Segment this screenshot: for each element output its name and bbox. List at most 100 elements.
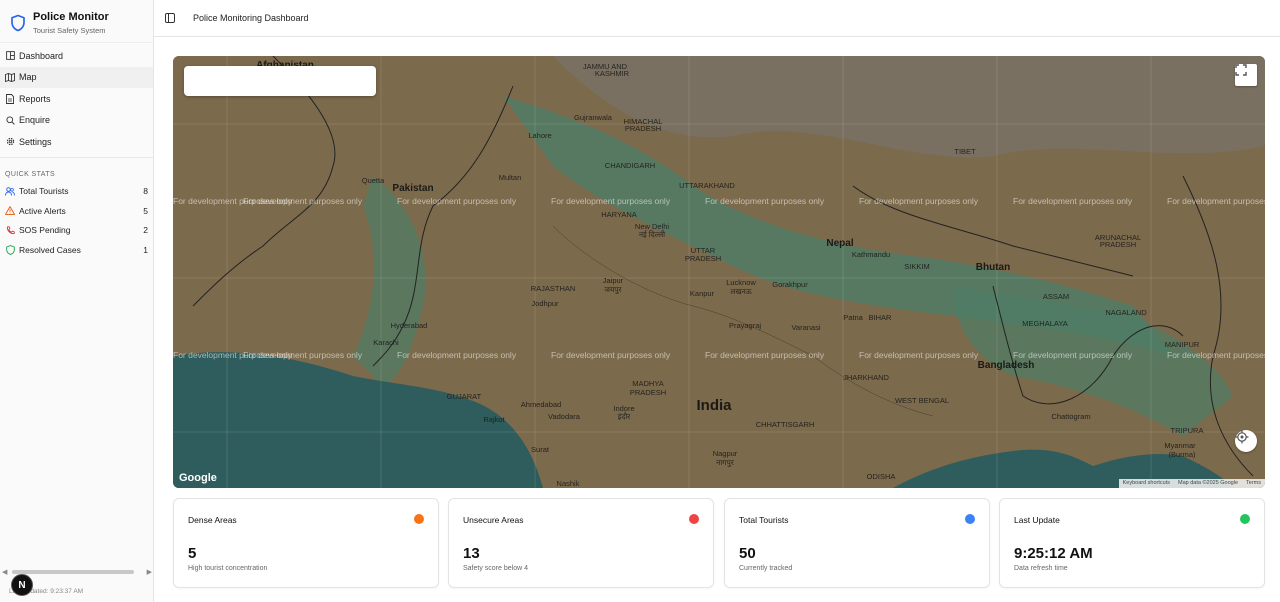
map-label: Chattogram bbox=[1051, 412, 1090, 421]
sidebar-toggle-icon[interactable] bbox=[165, 13, 175, 23]
fullscreen-button[interactable] bbox=[1235, 64, 1257, 86]
quick-stat-label: SOS Pending bbox=[19, 225, 71, 236]
map-label: CHANDIGARH bbox=[605, 161, 655, 170]
avatar[interactable]: N bbox=[11, 574, 33, 596]
map-view[interactable]: AfghanistanJAMMU ANDKASHMIRHIMACHALPRADE… bbox=[173, 56, 1265, 488]
stat-card-value: 9:25:12 AM bbox=[1014, 545, 1093, 562]
search-icon bbox=[5, 115, 15, 125]
phone-icon bbox=[5, 225, 15, 235]
map-label: PRADESH bbox=[685, 254, 721, 263]
quick-stat-label: Resolved Cases bbox=[19, 244, 81, 255]
map-watermark: For development purposes only bbox=[1167, 350, 1265, 360]
map-label: HARYANA bbox=[601, 210, 637, 219]
status-dot bbox=[1240, 514, 1250, 524]
stat-card-subtitle: Safety score below 4 bbox=[463, 565, 528, 572]
map-label: नई दिल्ली bbox=[639, 230, 666, 239]
dashboard-icon bbox=[5, 51, 15, 61]
quick-stat-sos-pending[interactable]: SOS Pending 2 bbox=[0, 221, 153, 241]
top-header: Police Monitoring Dashboard bbox=[154, 0, 1280, 37]
quick-stat-count: 2 bbox=[143, 225, 148, 236]
map-label: Jaipur bbox=[603, 276, 624, 285]
map-label: RAJASTHAN bbox=[531, 284, 576, 293]
map-label: Gujranwala bbox=[574, 113, 613, 122]
quick-stat-resolved-cases[interactable]: Resolved Cases 1 bbox=[0, 240, 153, 260]
stat-card-title: Total Tourists bbox=[739, 515, 789, 525]
scroll-left-arrow-icon[interactable]: ◀ bbox=[2, 568, 7, 576]
map-label: ODISHA bbox=[867, 472, 896, 481]
map-label: UTTARAKHAND bbox=[679, 181, 735, 190]
map-canvas[interactable]: AfghanistanJAMMU ANDKASHMIRHIMACHALPRADE… bbox=[173, 56, 1265, 488]
keyboard-shortcuts-link[interactable]: Keyboard shortcuts bbox=[1119, 479, 1174, 488]
sidebar-item-reports[interactable]: Reports bbox=[0, 88, 153, 110]
shield-check-icon bbox=[5, 244, 15, 255]
sidebar-item-settings[interactable]: Settings bbox=[0, 131, 153, 153]
stat-card-unsecure-areas[interactable]: Unsecure Areas 13 Safety score below 4 bbox=[448, 498, 714, 588]
brand[interactable]: Police Monitor Tourist Safety System bbox=[0, 0, 153, 40]
terms-link[interactable]: Terms bbox=[1242, 479, 1265, 488]
map-label: PRADESH bbox=[1100, 240, 1136, 249]
map-watermark: For development purposes only bbox=[859, 196, 979, 206]
map-label: Lahore bbox=[528, 131, 551, 140]
stat-card-value: 13 bbox=[463, 545, 480, 562]
map-watermark: For development purposes only bbox=[1167, 196, 1265, 206]
sidebar-item-label: Dashboard bbox=[19, 50, 64, 61]
alert-triangle-icon bbox=[5, 206, 15, 216]
stat-card-value: 5 bbox=[188, 545, 197, 562]
stat-card-title: Last Update bbox=[1014, 515, 1060, 525]
sidebar-item-dashboard[interactable]: Dashboard bbox=[0, 45, 153, 67]
page-title: Police Monitoring Dashboard bbox=[193, 13, 309, 23]
map-label: ASSAM bbox=[1043, 292, 1069, 301]
quick-stat-active-alerts[interactable]: Active Alerts 5 bbox=[0, 201, 153, 221]
my-location-button[interactable] bbox=[1235, 430, 1257, 452]
map-icon bbox=[5, 72, 15, 82]
status-dot bbox=[965, 514, 975, 524]
map-label: Jodhpur bbox=[531, 299, 559, 308]
map-label: Nagpur bbox=[713, 449, 738, 458]
map-label: Varanasi bbox=[791, 323, 820, 332]
quick-stats-title: QUICK STATS bbox=[5, 170, 56, 178]
stat-card-value: 50 bbox=[739, 545, 756, 562]
map-label: (Burma) bbox=[1168, 450, 1196, 459]
map-label: इंदौर bbox=[618, 412, 632, 421]
quick-stat-count: 5 bbox=[143, 205, 148, 216]
map-watermark: For development purposes only bbox=[243, 196, 363, 206]
map-watermark: For development purposes only bbox=[859, 350, 979, 360]
sidebar: Police Monitor Tourist Safety System Das… bbox=[0, 0, 154, 602]
map-label: Karachi bbox=[373, 338, 399, 347]
map-label: TRIPURA bbox=[1171, 426, 1204, 435]
stat-card-last-update[interactable]: Last Update 9:25:12 AM Data refresh time bbox=[999, 498, 1265, 588]
map-watermark: For development purposes only bbox=[1013, 350, 1133, 360]
stat-card-total-tourists[interactable]: Total Tourists 50 Currently tracked bbox=[724, 498, 990, 588]
map-watermark: For development purposes only bbox=[1013, 196, 1133, 206]
quick-stat-total-tourists[interactable]: Total Tourists 8 bbox=[0, 182, 153, 202]
map-label: Bangladesh bbox=[978, 360, 1035, 371]
map-label: Prayagraj bbox=[729, 321, 761, 330]
sidebar-item-label: Map bbox=[19, 72, 37, 83]
quick-stat-label: Active Alerts bbox=[19, 205, 66, 216]
map-label: Kathmandu bbox=[852, 250, 890, 259]
stat-card-dense-areas[interactable]: Dense Areas 5 High tourist concentration bbox=[173, 498, 439, 588]
map-label: MANIPUR bbox=[1165, 340, 1200, 349]
status-dot bbox=[414, 514, 424, 524]
map-label: Pakistan bbox=[392, 183, 433, 194]
stat-card-subtitle: Currently tracked bbox=[739, 565, 793, 572]
map-label: Bhutan bbox=[976, 262, 1010, 273]
map-label: KASHMIR bbox=[595, 69, 630, 78]
scroll-right-arrow-icon[interactable]: ▶ bbox=[147, 568, 152, 576]
stat-card-title: Unsecure Areas bbox=[463, 515, 524, 525]
quick-stat-label: Total Tourists bbox=[19, 186, 69, 197]
gear-icon bbox=[5, 137, 15, 147]
google-logo: Google bbox=[179, 472, 217, 484]
map-label: Nepal bbox=[826, 238, 853, 249]
scroll-thumb[interactable] bbox=[12, 570, 134, 574]
map-label: Kanpur bbox=[690, 289, 715, 298]
map-search-box[interactable] bbox=[184, 66, 376, 96]
sidebar-item-label: Reports bbox=[19, 93, 51, 104]
sidebar-item-map[interactable]: Map bbox=[0, 66, 153, 88]
quick-stat-count: 1 bbox=[143, 244, 148, 255]
map-watermark: For development purposes only bbox=[551, 350, 671, 360]
map-label: MEGHALAYA bbox=[1022, 319, 1068, 328]
map-label: Gorakhpur bbox=[772, 280, 808, 289]
sidebar-item-enquire[interactable]: Enquire bbox=[0, 110, 153, 132]
sidebar-item-label: Settings bbox=[19, 136, 52, 147]
